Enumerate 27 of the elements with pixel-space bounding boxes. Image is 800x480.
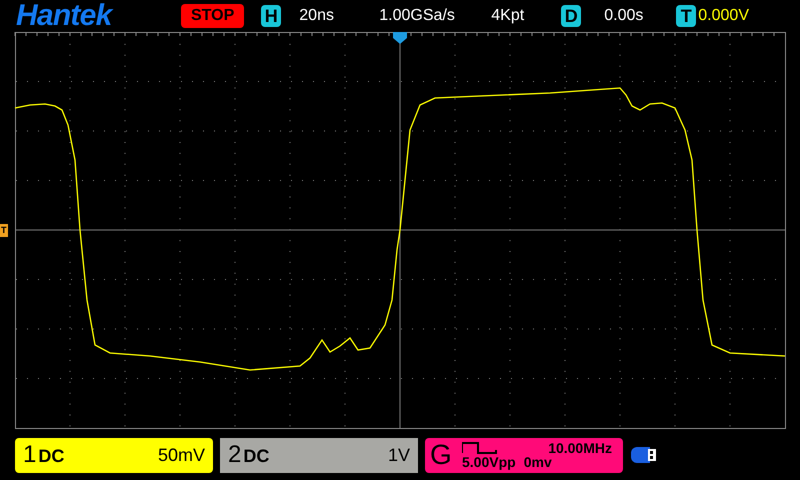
volts-per-division: 50mV <box>158 444 205 466</box>
trigger-level: 0.000V <box>698 6 749 26</box>
generator-panel[interactable]: G 10.00MHz 5.00Vpp 0mv <box>425 438 623 472</box>
run-state-badge: STOP <box>181 4 244 28</box>
trigger-position-marker[interactable] <box>393 32 407 44</box>
volts-per-division: 1V <box>388 444 410 466</box>
coupling-label: DC <box>243 445 270 468</box>
generator-frequency: 10.00MHz <box>548 441 612 455</box>
channel-number: 2 <box>228 440 242 470</box>
generator-amplitude: 5.00Vpp <box>462 455 516 469</box>
coupling-label: DC <box>38 445 64 468</box>
sample-rate: 1.00GSa/s <box>379 6 456 26</box>
square-wave-icon <box>462 442 498 454</box>
generator-label: G <box>430 441 453 469</box>
memory-depth: 4Kpt <box>491 6 526 26</box>
brand-logo: Hantek <box>16 1 114 31</box>
timebase-value: 20ns <box>299 6 335 26</box>
delay-label: D <box>561 4 582 28</box>
usb-icon <box>630 446 657 464</box>
trigger-label: T <box>676 4 696 28</box>
channel-number: 1 <box>23 440 36 470</box>
channel-1-scale-panel[interactable]: 1 DC 50mV <box>15 438 213 472</box>
delay-value: 0.00s <box>604 6 644 26</box>
generator-offset: 0mv <box>524 455 552 469</box>
timebase-label: H <box>261 4 282 28</box>
trigger-level-marker[interactable]: T <box>0 224 8 237</box>
channel-2-scale-panel[interactable]: 2 DC 1V <box>220 438 418 472</box>
